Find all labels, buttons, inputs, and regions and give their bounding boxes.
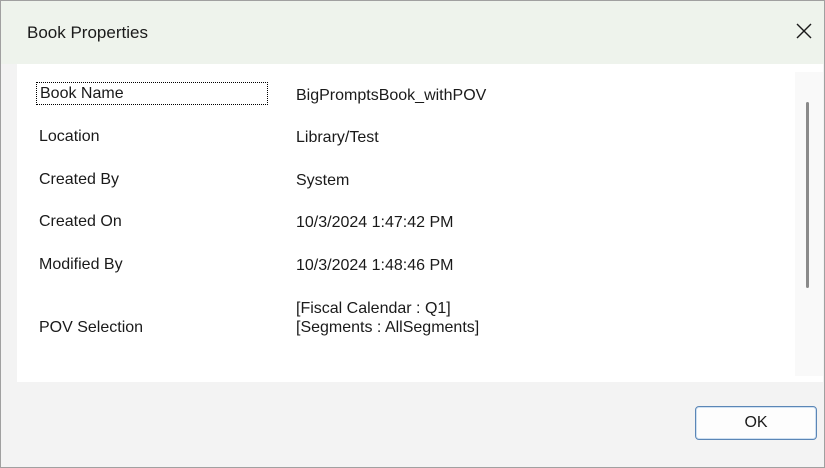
property-value: System: [296, 172, 350, 189]
property-value: BigPromptsBook_withPOV: [296, 87, 487, 104]
properties-panel: Book Name BigPromptsBook_withPOV Locatio…: [17, 64, 823, 382]
property-value: [Fiscal Calendar : Q1] [Segments : AllSe…: [296, 299, 479, 337]
property-label: Location: [39, 128, 100, 145]
property-value: 10/3/2024 1:48:46 PM: [296, 257, 454, 274]
dialog-title: Book Properties: [27, 23, 148, 42]
close-button[interactable]: [784, 11, 824, 51]
pov-line: [Segments : AllSegments]: [296, 319, 480, 336]
property-label: Modified By: [39, 256, 123, 273]
property-label: Created On: [39, 213, 122, 230]
ok-button[interactable]: OK: [695, 406, 817, 440]
vertical-scrollbar[interactable]: [795, 72, 823, 376]
property-label[interactable]: Book Name: [36, 82, 268, 105]
property-label: Created By: [39, 171, 120, 188]
scrollbar-thumb[interactable]: [806, 102, 809, 288]
property-label: POV Selection: [39, 319, 144, 336]
pov-line: [Fiscal Calendar : Q1]: [296, 300, 451, 317]
book-properties-dialog: Book Properties Book Name BigPromptsBook…: [0, 0, 825, 468]
title-bar: Book Properties: [1, 1, 824, 64]
property-value: 10/3/2024 1:47:42 PM: [296, 214, 454, 231]
property-value: Library/Test: [296, 129, 379, 146]
close-icon: [796, 23, 812, 39]
